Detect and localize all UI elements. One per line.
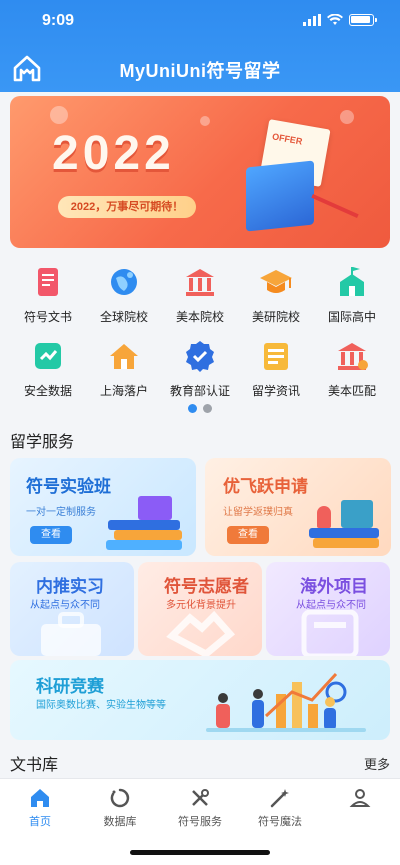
book-image	[106, 540, 182, 550]
grid-item-moe-cert[interactable]: 教育部认证	[162, 338, 238, 399]
service-card-lab-class[interactable]: 符号实验班 一对一定制服务 查看	[10, 458, 196, 556]
handshake-icon	[166, 610, 236, 656]
library-more-link[interactable]: 更多	[364, 754, 390, 773]
shield-data-icon	[35, 343, 61, 369]
grid-item-news[interactable]: 留学资讯	[238, 338, 314, 399]
tab-database[interactable]: 数据库	[80, 787, 160, 829]
grid-item-shanghai-hukou[interactable]: 上海落户	[86, 338, 162, 399]
grid-label: 美本院校	[175, 310, 224, 324]
school-icon	[340, 267, 364, 296]
bank-building-icon	[186, 269, 214, 296]
card-title: 内推实习	[36, 577, 104, 596]
tab-home[interactable]: 首页	[0, 787, 80, 829]
library-section-title: 文书库	[10, 757, 59, 774]
page-title: MyUniUni符号留学	[119, 61, 281, 81]
services-section-title: 留学服务	[10, 434, 75, 451]
service-card-overseas[interactable]: 海外项目 从起点与众不同	[266, 562, 390, 656]
service-card-internship[interactable]: 内推实习 从起点与众不同	[10, 562, 134, 656]
grid-label: 国际高中	[327, 310, 376, 324]
grid-label: 美本匹配	[327, 384, 376, 398]
magic-wand-icon	[270, 789, 289, 808]
globe-icon	[111, 269, 137, 295]
card-subtitle: 让留学返璞归真	[223, 507, 293, 518]
book-image	[313, 538, 379, 548]
match-building-icon	[338, 343, 368, 370]
gift-box-image	[246, 160, 314, 232]
top-bar: 9:09 MyUniUni符号留学	[0, 0, 400, 92]
grid-label: 美研院校	[251, 310, 300, 324]
house-icon	[110, 344, 138, 369]
home-icon	[31, 789, 49, 807]
pager-dot-active[interactable]	[188, 404, 197, 413]
card-subtitle: 国际奥数比赛、实验生物等等	[36, 700, 166, 711]
tab-label: 首页	[29, 816, 51, 828]
service-card-application[interactable]: 优飞跃申请 让留学返璞归真 查看	[205, 458, 391, 556]
tools-icon	[192, 789, 209, 806]
user-icon	[349, 789, 371, 807]
tab-services[interactable]: 符号服务	[160, 787, 240, 829]
card-title: 优飞跃申请	[223, 477, 308, 496]
wifi-icon	[327, 14, 343, 25]
grid-item-global[interactable]: 全球院校	[86, 264, 162, 325]
grid-label: 全球院校	[99, 310, 148, 324]
status-icons	[303, 14, 377, 26]
grid-label: 符号文书	[23, 310, 72, 324]
grid-item-wenshu[interactable]: 符号文书	[10, 264, 86, 325]
view-button[interactable]: 查看	[227, 526, 269, 544]
tab-profile[interactable]	[320, 787, 400, 813]
book-stack-image	[108, 520, 180, 530]
card-title: 科研竞赛	[36, 677, 104, 696]
promo-banner[interactable]: 2022 2022，万事尽可期待！ OFFER	[10, 96, 390, 248]
person-writing-image	[341, 500, 373, 528]
pager-dot[interactable]	[203, 404, 212, 413]
card-title: 符号志愿者	[164, 577, 249, 596]
signal-icon	[303, 14, 321, 26]
status-time: 9:09	[42, 12, 75, 29]
card-title: 符号实验班	[26, 477, 111, 496]
service-card-volunteer[interactable]: 符号志愿者 多元化背景提升	[138, 562, 262, 656]
ribbon-image	[311, 194, 359, 218]
grid-label: 上海落户	[99, 384, 148, 398]
view-button[interactable]: 查看	[30, 526, 72, 544]
person-reading-image	[138, 496, 172, 520]
grid-item-us-match[interactable]: 美本匹配	[314, 338, 390, 399]
battery-icon	[349, 14, 377, 26]
banner-slogan: 2022，万事尽可期待！	[58, 196, 196, 218]
graduation-cap-icon	[260, 270, 292, 293]
certified-badge-icon	[186, 341, 214, 372]
home-indicator	[130, 850, 270, 855]
tab-label: 符号服务	[178, 816, 222, 828]
grid-label: 安全数据	[23, 384, 72, 398]
grid-item-us-undergrad[interactable]: 美本院校	[162, 264, 238, 325]
briefcase-icon	[41, 612, 101, 656]
card-title: 海外项目	[300, 577, 368, 596]
service-card-research[interactable]: 科研竞赛 国际奥数比赛、实验生物等等	[10, 660, 390, 740]
lamp-image	[317, 506, 331, 528]
grid-item-us-grad[interactable]: 美研院校	[238, 264, 314, 325]
card-subtitle: 一对一定制服务	[26, 507, 96, 518]
grid-label: 留学资讯	[251, 384, 300, 398]
grid-item-intl-high[interactable]: 国际高中	[314, 264, 390, 325]
book-image	[309, 528, 379, 538]
scroll-icon	[38, 268, 58, 296]
tab-label: 符号魔法	[258, 816, 302, 828]
banner-year: 2022	[52, 127, 175, 180]
tablet-icon	[301, 610, 359, 656]
research-illustration-icon	[206, 672, 366, 732]
grid-pager[interactable]	[0, 404, 400, 413]
tab-label: 数据库	[103, 816, 137, 828]
grid-item-safety-data[interactable]: 安全数据	[10, 338, 86, 399]
tab-magic[interactable]: 符号魔法	[240, 787, 320, 829]
database-icon	[110, 788, 130, 808]
grid-label: 教育部认证	[169, 384, 230, 398]
card-subtitle: 从起点与众不同	[296, 600, 366, 611]
status-bar: 9:09	[0, 0, 400, 44]
book-image	[114, 530, 182, 540]
news-icon	[264, 343, 288, 370]
